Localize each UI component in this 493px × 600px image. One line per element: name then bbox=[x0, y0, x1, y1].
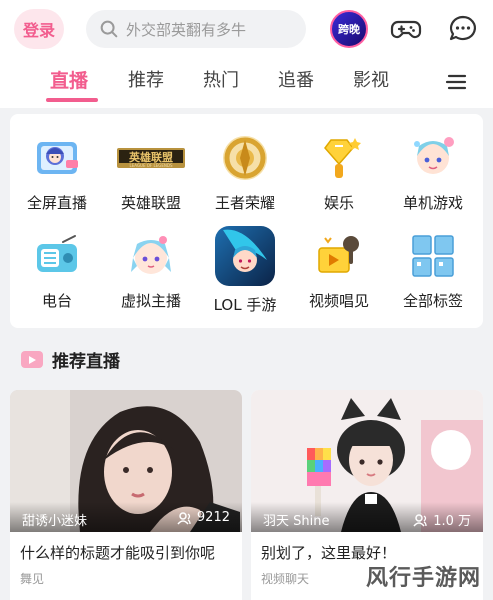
tab-recommend[interactable]: 推荐 bbox=[128, 66, 164, 92]
tab-live[interactable]: 直播 bbox=[50, 66, 88, 93]
viewer-count: 9212 bbox=[177, 510, 230, 525]
category-label: 电台 bbox=[41, 292, 72, 310]
video-singer-icon bbox=[318, 236, 359, 273]
tab-hot[interactable]: 热门 bbox=[203, 66, 239, 92]
recommend-title: 推荐直播 bbox=[52, 351, 120, 372]
top-bar: 登录 外交部英翻有多牛 跨晚 直播 推荐 热门 追番 影视 bbox=[0, 0, 493, 108]
category-virtual-streamer[interactable]: 虚拟主播 bbox=[104, 228, 198, 311]
all-tags-icon bbox=[412, 235, 454, 277]
recommend-header: 推荐直播 bbox=[20, 347, 120, 372]
category-lol-mobile[interactable]: LOL 手游 bbox=[198, 226, 292, 315]
entertainment-icon bbox=[324, 138, 361, 178]
radio-icon bbox=[37, 235, 77, 272]
watermark: 风行手游网 bbox=[366, 566, 482, 591]
category-video-singer[interactable]: 视频唱见 bbox=[292, 228, 386, 311]
viewer-count-value: 9212 bbox=[196, 510, 230, 525]
category-all-tags[interactable]: 全部标签 bbox=[386, 228, 480, 311]
category-lol[interactable]: 英雄联盟 LEAGUE OF LEGENDS 英雄联盟 bbox=[104, 130, 198, 213]
viewers-icon bbox=[177, 511, 191, 525]
search-icon bbox=[100, 20, 118, 38]
category-single-player-game[interactable]: 单机游戏 bbox=[386, 130, 480, 213]
lol-mobile-icon bbox=[215, 226, 275, 286]
category-entertainment[interactable]: 娱乐 bbox=[292, 130, 386, 213]
crossover-badge[interactable]: 跨晚 bbox=[330, 10, 368, 48]
category-label: 全部标签 bbox=[402, 292, 463, 310]
category-label: 王者荣耀 bbox=[214, 194, 275, 212]
search-input[interactable]: 外交部英翻有多牛 bbox=[86, 10, 306, 48]
gamepad-icon[interactable] bbox=[389, 12, 423, 46]
virtual-streamer-icon bbox=[131, 236, 171, 274]
viewers-icon bbox=[413, 513, 427, 527]
viewer-count-value: 1.0 万 bbox=[433, 514, 471, 529]
login-button[interactable]: 登录 bbox=[14, 9, 64, 49]
fullscreen-live-icon bbox=[37, 142, 78, 174]
category-fullscreen-live[interactable]: 全屏直播 bbox=[10, 130, 104, 213]
active-tab-indicator bbox=[46, 98, 98, 102]
live-card[interactable]: 甜诱小迷妹 9212 什么样的标题才能吸引到你呢 舞见 bbox=[10, 390, 242, 600]
category-label: LOL 手游 bbox=[213, 296, 277, 314]
menu-icon[interactable] bbox=[444, 70, 468, 94]
tv-icon bbox=[21, 351, 43, 368]
category-label: 视频唱见 bbox=[308, 292, 369, 310]
live-tag: 舞见 bbox=[20, 572, 45, 586]
viewer-count: 1.0 万 bbox=[413, 510, 471, 529]
tab-bar: 直播 推荐 热门 追番 影视 bbox=[0, 62, 493, 102]
honor-of-kings-icon bbox=[223, 136, 267, 180]
category-label: 单机游戏 bbox=[402, 194, 463, 212]
category-label: 全屏直播 bbox=[26, 194, 87, 212]
single-player-game-icon bbox=[414, 137, 454, 174]
tab-movies[interactable]: 影视 bbox=[353, 66, 389, 92]
streamer-name: 羽天 Shine bbox=[263, 514, 330, 529]
live-tag: 视频聊天 bbox=[261, 572, 310, 586]
lol-logo-subtext: LEAGUE OF LEGENDS bbox=[130, 163, 173, 168]
category-grid: 全屏直播 英雄联盟 LEAGUE OF LEGENDS 英雄联盟 王者荣耀 娱乐 bbox=[10, 114, 483, 328]
lol-logo-icon: 英雄联盟 LEAGUE OF LEGENDS bbox=[117, 148, 185, 168]
category-radio[interactable]: 电台 bbox=[10, 228, 104, 311]
message-icon[interactable] bbox=[446, 12, 480, 46]
streamer-name: 甜诱小迷妹 bbox=[22, 514, 88, 529]
category-label: 娱乐 bbox=[323, 194, 354, 212]
lol-logo-text: 英雄联盟 bbox=[128, 150, 173, 164]
category-label: 虚拟主播 bbox=[120, 292, 181, 310]
live-title: 什么样的标题才能吸引到你呢 bbox=[20, 544, 216, 562]
tab-anime[interactable]: 追番 bbox=[278, 66, 314, 92]
search-placeholder: 外交部英翻有多牛 bbox=[126, 20, 247, 39]
category-honor-of-kings[interactable]: 王者荣耀 bbox=[198, 130, 292, 213]
category-label: 英雄联盟 bbox=[120, 194, 181, 212]
